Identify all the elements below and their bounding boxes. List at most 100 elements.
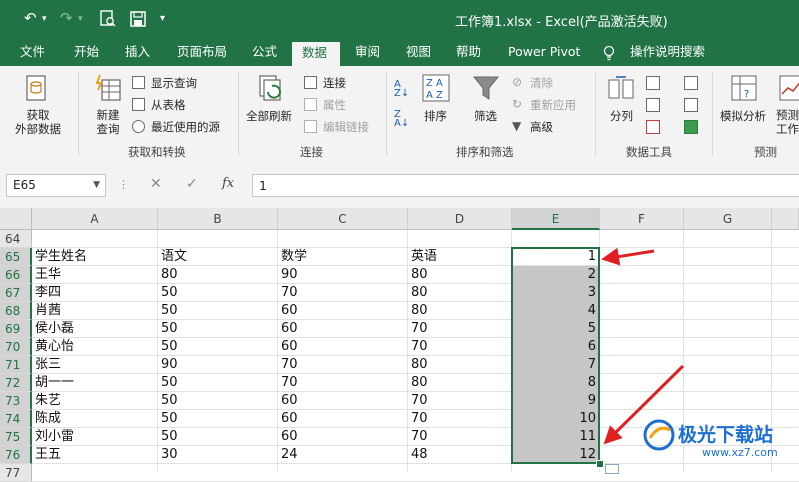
edit-links-button[interactable]: 编辑链接 — [304, 118, 384, 136]
cell-b[interactable]: 50 — [158, 302, 277, 320]
cell-a[interactable]: 黄心怡 — [32, 338, 157, 356]
cell-b[interactable]: 50 — [158, 410, 277, 428]
cell-b[interactable]: 50 — [158, 392, 277, 410]
cell-e[interactable]: 4 — [512, 302, 599, 320]
cell-a[interactable]: 王五 — [32, 446, 157, 464]
quick-analysis-icon[interactable] — [605, 464, 619, 474]
filter-button[interactable]: 筛选 — [468, 72, 504, 138]
cell-c[interactable]: 70 — [278, 374, 407, 392]
column-header-c[interactable]: C — [278, 208, 408, 230]
column-header-h[interactable] — [772, 208, 799, 230]
row-header[interactable]: 65 — [0, 248, 32, 266]
cell-d[interactable]: 80 — [408, 374, 511, 392]
cell-d[interactable]: 48 — [408, 446, 511, 464]
cell-a[interactable]: 胡一一 — [32, 374, 157, 392]
cell-d[interactable]: 70 — [408, 410, 511, 428]
insert-function-icon[interactable]: fx — [222, 176, 234, 191]
cell-c[interactable] — [278, 230, 407, 248]
cell-c[interactable]: 60 — [278, 410, 407, 428]
cell-d[interactable]: 70 — [408, 338, 511, 356]
tab-review[interactable]: 审阅 — [345, 40, 390, 66]
show-queries-button[interactable]: 显示查询 — [132, 74, 232, 92]
recent-sources-button[interactable]: 最近使用的源 — [132, 118, 232, 136]
cell-e[interactable]: 12 — [512, 446, 599, 464]
cell-d[interactable]: 80 — [408, 356, 511, 374]
cell-c[interactable]: 60 — [278, 338, 407, 356]
cell-e[interactable]: 11 — [512, 428, 599, 446]
tab-page-layout[interactable]: 页面布局 — [167, 40, 237, 66]
cell-a[interactable]: 朱艺 — [32, 392, 157, 410]
tab-insert[interactable]: 插入 — [115, 40, 160, 66]
row-header[interactable]: 69 — [0, 320, 32, 338]
cell-e[interactable]: 9 — [512, 392, 599, 410]
cell-b[interactable]: 50 — [158, 320, 277, 338]
cell-b[interactable]: 50 — [158, 428, 277, 446]
forecast-sheet-button[interactable]: 预测 工作表 — [774, 72, 799, 138]
cell-d[interactable]: 80 — [408, 302, 511, 320]
cell-a[interactable]: 学生姓名 — [32, 248, 157, 266]
from-table-button[interactable]: 从表格 — [132, 96, 232, 114]
row-header[interactable]: 71 — [0, 356, 32, 374]
cell-e[interactable]: 5 — [512, 320, 599, 338]
cell-e[interactable]: 2 — [512, 266, 599, 284]
cell-c[interactable]: 60 — [278, 302, 407, 320]
cell-a[interactable]: 李四 — [32, 284, 157, 302]
save-icon[interactable] — [130, 11, 146, 27]
row-header[interactable]: 77 — [0, 464, 32, 482]
cell-e[interactable]: 6 — [512, 338, 599, 356]
cell-c[interactable]: 数学 — [278, 248, 407, 266]
cell-b[interactable] — [158, 230, 277, 248]
tab-view[interactable]: 视图 — [396, 40, 441, 66]
clear-button[interactable]: ⊘ 清除 — [512, 74, 588, 92]
cell-d[interactable]: 70 — [408, 392, 511, 410]
text-to-columns-button[interactable]: 分列 — [602, 72, 640, 138]
tab-formulas[interactable]: 公式 — [242, 40, 287, 66]
tab-home[interactable]: 开始 — [64, 40, 109, 66]
flash-fill-icon[interactable] — [646, 76, 660, 90]
cell-d[interactable]: 70 — [408, 428, 511, 446]
cell-e[interactable] — [512, 230, 599, 248]
cell-b[interactable]: 50 — [158, 374, 277, 392]
row-header[interactable]: 72 — [0, 374, 32, 392]
row-header[interactable]: 76 — [0, 446, 32, 464]
cell-c[interactable]: 90 — [278, 266, 407, 284]
cell-c[interactable]: 70 — [278, 284, 407, 302]
tab-power-pivot[interactable]: Power Pivot — [498, 40, 590, 66]
cell-d[interactable] — [408, 230, 511, 248]
row-header[interactable]: 67 — [0, 284, 32, 302]
sort-button[interactable]: Z A A Z 排序 — [418, 72, 454, 138]
new-query-button[interactable]: 新建 查询 — [88, 72, 128, 138]
cancel-icon[interactable]: ✕ — [150, 176, 162, 192]
column-header-a[interactable]: A — [32, 208, 158, 230]
cell-e[interactable]: 8 — [512, 374, 599, 392]
connections-button[interactable]: 连接 — [304, 74, 384, 92]
cell-e[interactable]: 10 — [512, 410, 599, 428]
tab-file[interactable]: 文件 — [10, 40, 55, 66]
cell-a[interactable]: 陈成 — [32, 410, 157, 428]
print-preview-icon[interactable] — [100, 10, 116, 28]
row-header[interactable]: 66 — [0, 266, 32, 284]
remove-duplicates-icon[interactable] — [646, 98, 660, 112]
properties-button[interactable]: 属性 — [304, 96, 384, 114]
cell-d[interactable]: 80 — [408, 266, 511, 284]
cell-d[interactable]: 英语 — [408, 248, 511, 266]
cell-b[interactable]: 30 — [158, 446, 277, 464]
cell-d[interactable] — [408, 464, 511, 482]
cell-d[interactable]: 70 — [408, 320, 511, 338]
cell-c[interactable]: 60 — [278, 428, 407, 446]
cell-a[interactable]: 张三 — [32, 356, 157, 374]
cell-b[interactable]: 80 — [158, 266, 277, 284]
get-external-data-button[interactable]: 获取 外部数据 — [8, 72, 66, 138]
sort-za-button[interactable]: Z A↓ — [394, 110, 414, 130]
name-box[interactable]: E65 ▼ — [6, 174, 106, 197]
cell-a[interactable]: 肖茜 — [32, 302, 157, 320]
column-header-d[interactable]: D — [408, 208, 512, 230]
cell-b[interactable]: 90 — [158, 356, 277, 374]
tell-me-search[interactable]: 操作说明搜索 — [620, 40, 715, 66]
consolidate-icon[interactable] — [684, 76, 698, 90]
what-if-analysis-button[interactable]: ? 模拟分析 — [716, 72, 772, 138]
manage-data-model-icon[interactable] — [684, 120, 698, 134]
tab-data[interactable]: 数据 — [292, 40, 340, 66]
row-header[interactable]: 73 — [0, 392, 32, 410]
fill-handle[interactable] — [596, 460, 604, 468]
